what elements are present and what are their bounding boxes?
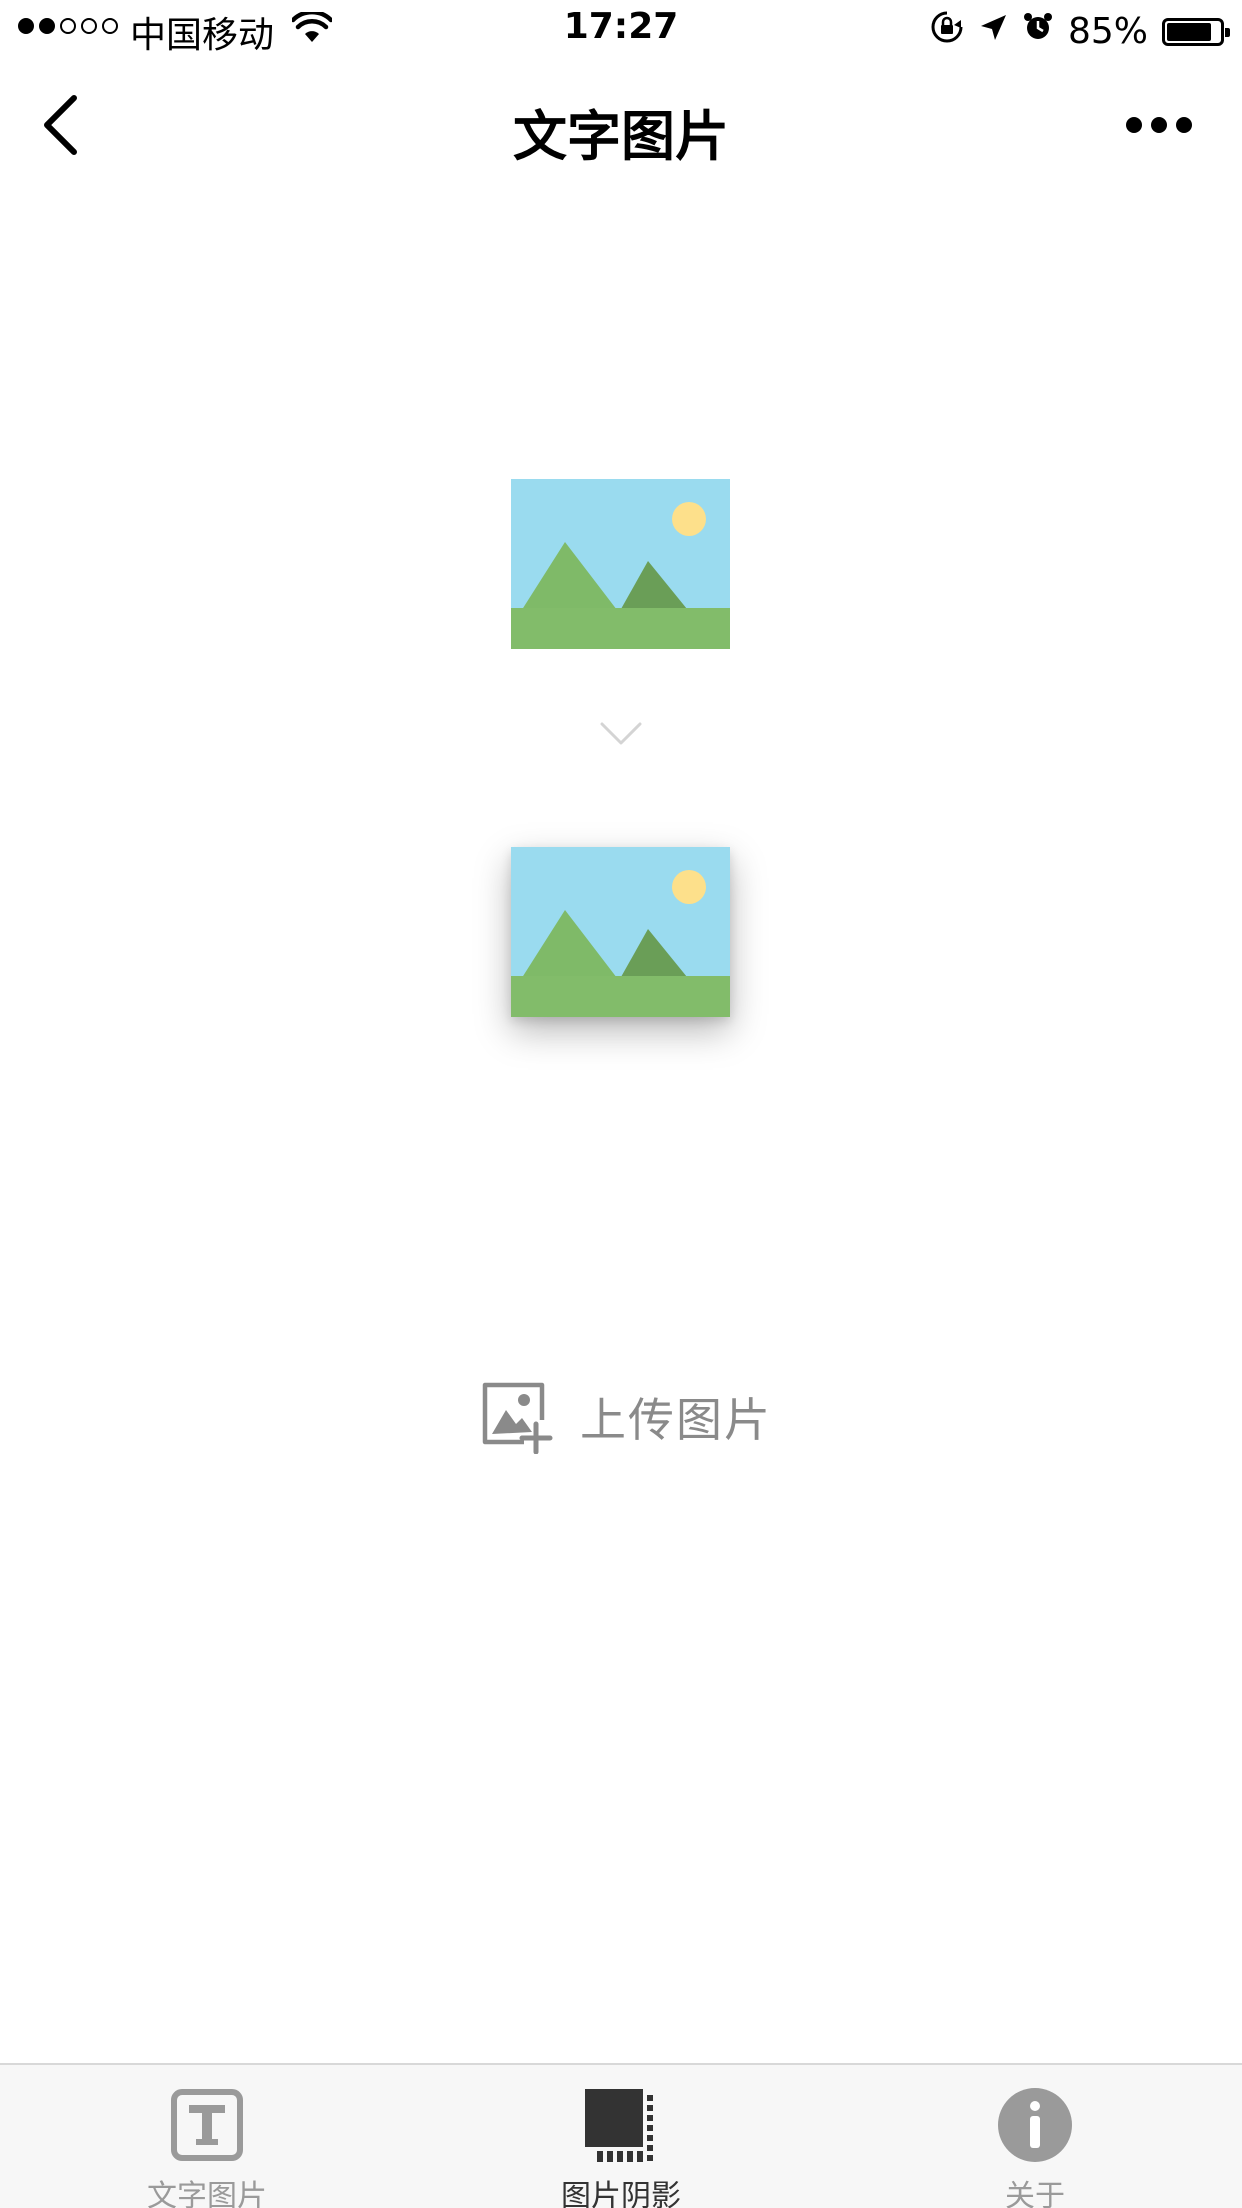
tab-text-image[interactable]: 文字图片 [0, 2065, 414, 2208]
battery-fill [1167, 22, 1212, 41]
original-image-preview [511, 479, 730, 649]
text-t-icon [169, 2087, 245, 2163]
info-icon [997, 2087, 1073, 2163]
tab-bar: 文字图片 图片阴影 关于 [0, 2063, 1242, 2208]
upload-label: 上传图片 [580, 1393, 772, 1447]
status-right-group: 85% [930, 10, 1230, 53]
screen: 中国移动 17:27 85% 文字图片 上传图片 文字图片 图片阴影 关于 [0, 0, 1242, 2208]
battery-percent: 85% [1067, 10, 1148, 52]
alarm-icon [1022, 11, 1054, 52]
location-arrow-icon [978, 11, 1008, 52]
add-image-icon [482, 1382, 553, 1454]
image-placeholder-icon [511, 847, 730, 1017]
image-shadow-icon [583, 2087, 659, 2163]
tab-image-shadow[interactable]: 图片阴影 [414, 2065, 828, 2208]
nav-bar: 文字图片 [0, 60, 1242, 188]
shadowed-image-preview [511, 847, 730, 1017]
rotation-lock-icon [930, 10, 964, 53]
chevron-down-icon [600, 722, 642, 746]
tab-label: 关于 [1005, 2179, 1065, 2208]
battery-icon [1162, 17, 1230, 46]
tab-label: 图片阴影 [561, 2179, 681, 2208]
tab-about[interactable]: 关于 [828, 2065, 1242, 2208]
more-button[interactable] [1126, 110, 1192, 140]
image-placeholder-icon [511, 479, 730, 649]
page-title: 文字图片 [513, 105, 729, 168]
status-bar: 中国移动 17:27 85% [0, 0, 1242, 60]
tab-label: 文字图片 [147, 2179, 267, 2208]
more-dots-icon [1126, 117, 1142, 133]
upload-image-button[interactable]: 上传图片 [480, 1380, 772, 1454]
